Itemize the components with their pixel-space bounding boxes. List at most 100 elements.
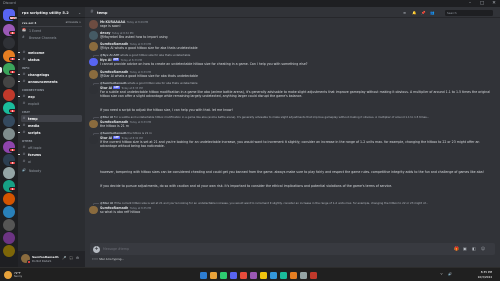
reply-preview[interactable]: @SumfooRamadh whats a good hitbox size f… — [100, 81, 197, 85]
channel-welcome[interactable]: # welcome — [18, 49, 82, 56]
browse-icon: # — [22, 35, 25, 40]
channel-scripts[interactable]: # scripts — [18, 129, 82, 136]
taskbar-app-icon[interactable] — [230, 271, 237, 279]
message-composer[interactable]: + Message #temp 🎁 ▣ ◧ ☺ — [90, 243, 495, 255]
server-icon[interactable] — [3, 37, 15, 49]
taskbar-app-icon[interactable] — [270, 271, 277, 279]
taskbar-app-icon[interactable] — [240, 271, 247, 279]
taskbar-app-icon[interactable] — [280, 271, 287, 279]
channel-media[interactable]: # media — [18, 122, 82, 129]
channel-exploit[interactable]: # exploit — [21, 100, 82, 107]
channel-label: exp — [28, 94, 35, 99]
server-icon[interactable] — [3, 206, 15, 218]
clock[interactable]: 8:35 PM 10/3/2024 — [478, 270, 492, 279]
taskbar-app-icon[interactable] — [300, 271, 307, 279]
chat-area: # temp ≡ 🔔 📌 👥 Search Mr.KURAAAAA Today a… — [85, 7, 500, 267]
taskbar-app-icon[interactable] — [290, 271, 297, 279]
unread-indicator — [18, 95, 20, 98]
taskbar-app-icon[interactable] — [310, 271, 317, 279]
hash-icon: # — [90, 9, 94, 15]
server-icon[interactable] — [3, 219, 15, 231]
members-icon[interactable]: 👥 — [430, 11, 434, 15]
user-status: Do Not Disturb — [32, 259, 52, 263]
minimize-button[interactable]: – — [464, 0, 476, 7]
channel-off-topic[interactable]: # off-topic — [21, 144, 82, 151]
wifi-icon[interactable]: ⌔ — [440, 272, 443, 277]
taskbar-app-icon[interactable] — [220, 271, 227, 279]
server-icon[interactable] — [3, 128, 15, 140]
sidebar-footer[interactable]: 🔊 Nobody — [21, 167, 82, 174]
reply-author: @SumfooRamadh — [100, 81, 127, 85]
hash-icon: # — [22, 159, 26, 163]
avatar[interactable] — [89, 119, 98, 128]
typing-dots-icon: ••• — [92, 257, 99, 261]
events-link[interactable]: 📅 1 Event — [21, 27, 82, 34]
unread-indicator — [18, 124, 20, 127]
message-text: @Mayrebel Bro asked how to import using — [100, 35, 168, 40]
notification-badge: 1 — [9, 109, 16, 113]
channel-label: announcements — [28, 79, 58, 84]
reply-preview[interactable]: @Star AI For a subtle and undetectable h… — [100, 115, 429, 119]
browse-channels-link[interactable]: # Browse Channels — [21, 34, 82, 41]
server-icon[interactable] — [3, 89, 15, 101]
hash-icon: # — [22, 57, 26, 61]
weather-icon[interactable] — [4, 271, 12, 279]
reply-preview[interactable]: @SumfooRamadh the hitbox is 21 rn — [100, 131, 152, 135]
channel-announcements[interactable]: # announcements — [18, 78, 82, 85]
avatar[interactable] — [89, 135, 98, 144]
notification-badge: 1 — [9, 148, 16, 152]
channel-status[interactable]: # status — [18, 56, 82, 63]
reply-author: @SumfooRamadh — [100, 131, 127, 135]
emoji-icon[interactable]: ☺ — [481, 246, 485, 251]
threads-icon[interactable]: ≡ — [403, 11, 406, 15]
avatar[interactable] — [89, 31, 98, 40]
channel-temp[interactable]: # temp — [21, 115, 82, 122]
avatar[interactable] — [89, 57, 98, 66]
app-title: Discord — [3, 1, 16, 5]
maximize-button[interactable]: □ — [476, 0, 488, 7]
reply-preview[interactable]: @Star AI If the current hitbox size is s… — [100, 201, 428, 205]
avatar[interactable] — [89, 85, 98, 94]
channel-forums[interactable]: # forums — [18, 151, 82, 158]
taskbar-app-icon[interactable] — [200, 271, 207, 279]
boost-progress[interactable]: rxx.sol 4 all boosts > — [21, 19, 82, 27]
avatar[interactable] — [89, 42, 98, 51]
hash-icon: # — [22, 94, 26, 98]
channel-changelogs[interactable]: # changelogs — [18, 71, 82, 78]
server-icon[interactable] — [3, 193, 15, 205]
server-icon[interactable] — [3, 245, 15, 257]
volume-icon[interactable]: 🔊 — [448, 272, 452, 276]
server-header[interactable]: rpx scripting utility 5.2 ⌄ — [18, 7, 85, 18]
channel-ai[interactable]: # ai — [21, 158, 82, 165]
gear-icon[interactable]: ⚙ — [76, 256, 79, 260]
add-attachment-icon[interactable]: + — [93, 245, 100, 253]
gif-icon[interactable]: ▣ — [463, 246, 467, 251]
pin-icon[interactable]: 📌 — [421, 11, 425, 15]
taskbar-app-icon[interactable] — [260, 271, 267, 279]
weather-desc: Sunny — [14, 275, 23, 278]
taskbar-app-icon[interactable] — [210, 271, 217, 279]
server-icon[interactable] — [3, 167, 15, 179]
channel-exp[interactable]: # exp — [18, 93, 82, 100]
microphone-icon[interactable]: 🎤 — [62, 256, 66, 260]
server-icon[interactable] — [3, 232, 15, 244]
hash-icon: # — [22, 123, 26, 127]
search-input[interactable]: Search — [445, 9, 493, 16]
gift-icon[interactable]: 🎁 — [454, 246, 459, 251]
sticker-icon[interactable]: ◧ — [472, 246, 476, 251]
bell-icon[interactable]: 🔔 — [412, 11, 416, 15]
unread-indicator — [18, 153, 20, 156]
reply-preview[interactable]: @Nyx AI APP whats a good hitbox size for… — [100, 53, 190, 57]
reply-spine — [93, 202, 99, 205]
avatar[interactable] — [89, 205, 98, 214]
server-icon[interactable] — [3, 115, 15, 127]
headphones-icon[interactable]: 🎧 — [69, 256, 73, 260]
avatar[interactable] — [89, 20, 98, 29]
avatar[interactable] — [89, 70, 98, 79]
channel-label: changelogs — [28, 72, 50, 77]
server-icon[interactable] — [3, 76, 15, 88]
message-input[interactable]: Message #temp — [103, 247, 129, 251]
close-button[interactable]: ✕ — [488, 0, 500, 7]
clock-date: 10/3/2024 — [477, 274, 492, 279]
taskbar-app-icon[interactable] — [250, 271, 257, 279]
